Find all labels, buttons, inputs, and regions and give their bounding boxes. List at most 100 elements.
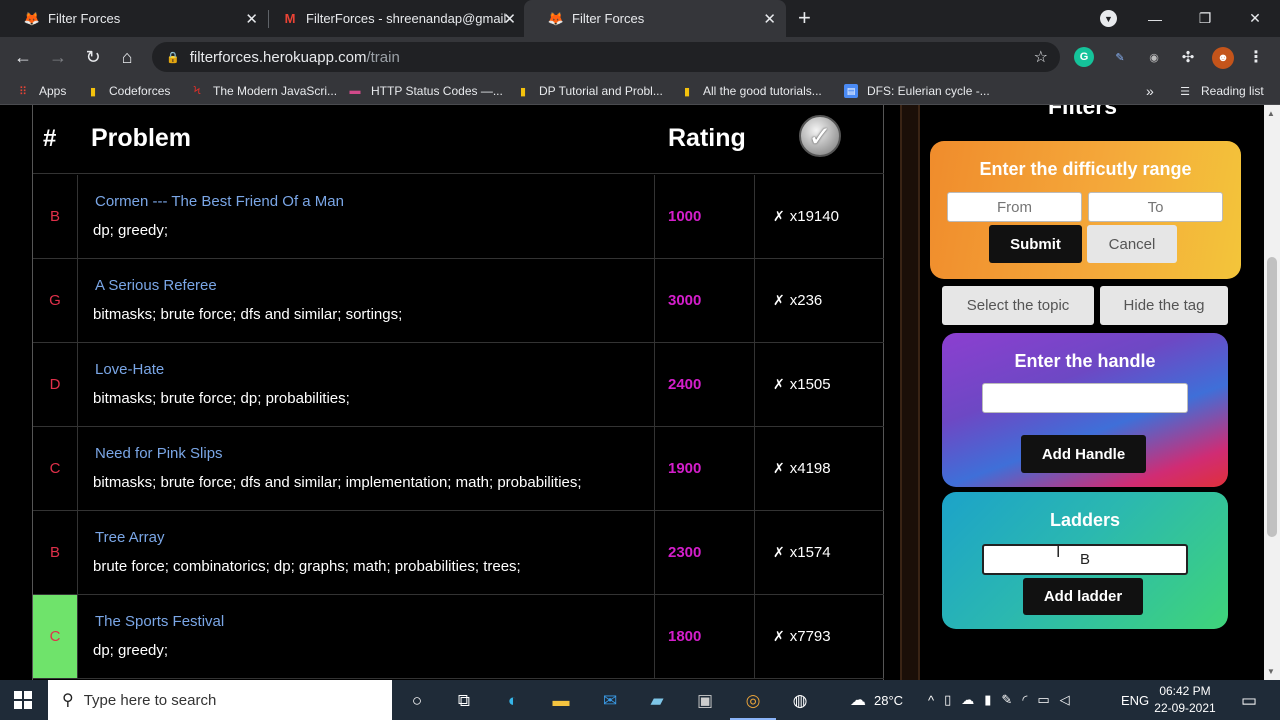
add-handle-button[interactable]: Add Handle: [1021, 435, 1146, 473]
clock-time: 06:42 PM: [1159, 684, 1211, 698]
bookmark-star-icon[interactable]: ☆: [1034, 47, 1048, 67]
bookmark-label: HTTP Status Codes —...: [371, 84, 503, 98]
browser-tab-1[interactable]: 🦊 Filter Forces ✕: [0, 0, 268, 37]
add-ladder-button[interactable]: Add ladder: [1023, 578, 1143, 615]
more-bookmarks-icon[interactable]: »: [1146, 82, 1154, 100]
problem-index: D: [33, 343, 78, 426]
bookmark-codeforces[interactable]: ▮ Codeforces: [86, 82, 170, 100]
weather-widget[interactable]: ☁ 28°C: [850, 680, 903, 720]
close-tab-icon[interactable]: ✕: [503, 10, 516, 28]
obs-icon[interactable]: ◍: [787, 688, 813, 714]
mail-icon[interactable]: ✉: [597, 688, 623, 714]
bookmark-dp-tutorial[interactable]: ▮ DP Tutorial and Probl...: [516, 82, 663, 100]
table-row: G A Serious Referee bitmasks; brute force;…: [33, 259, 884, 343]
hide-tag-button[interactable]: Hide the tag: [1100, 286, 1228, 325]
notifications-icon[interactable]: ▭: [1236, 688, 1262, 714]
clock-date: 22-09-2021: [1154, 701, 1216, 715]
range-from-input[interactable]: [947, 192, 1082, 222]
tab-title: Filter Forces: [48, 11, 121, 26]
reload-icon[interactable]: ↻: [81, 45, 105, 69]
scrollbar-thumb[interactable]: [1267, 257, 1277, 537]
bookmark-http-status[interactable]: ▬ HTTP Status Codes —...: [348, 82, 503, 100]
file-explorer-icon[interactable]: ▬: [548, 688, 574, 714]
close-tab-icon[interactable]: ✕: [245, 10, 258, 28]
extensions-puzzle-icon[interactable]: ✣: [1178, 47, 1198, 67]
problem-cell: Cormen --- The Best Friend Of a Man dp; g…: [78, 175, 655, 258]
bookmark-modern-js[interactable]: Ϟ The Modern JavaScri...: [190, 82, 338, 100]
apps-grid-icon: ⠿: [18, 85, 28, 98]
problem-link[interactable]: Need for Pink Slips: [95, 445, 223, 462]
task-view-icon[interactable]: ⧉: [451, 688, 477, 714]
close-window-icon[interactable]: ✕: [1230, 10, 1280, 27]
reading-list-button[interactable]: ☰ Reading list: [1178, 82, 1264, 100]
minimize-icon[interactable]: —: [1130, 11, 1180, 27]
cortana-icon[interactable]: ○: [404, 688, 430, 714]
problem-link[interactable]: A Serious Referee: [95, 277, 217, 294]
terminal-icon[interactable]: ▣: [692, 688, 718, 714]
new-tab-icon[interactable]: +: [798, 7, 811, 29]
table-row: C Need for Pink Slips bitmasks; brute forc…: [33, 427, 884, 511]
panel-divider: [900, 105, 920, 680]
range-to-input[interactable]: [1088, 192, 1223, 222]
solved-count: x236: [789, 292, 823, 309]
windows-start-icon[interactable]: [14, 691, 32, 709]
taskbar-search[interactable]: ⚲ Type here to search: [48, 680, 392, 720]
problem-index: C: [33, 427, 78, 510]
reading-list-label: Reading list: [1201, 84, 1264, 98]
cancel-button[interactable]: Cancel: [1087, 225, 1177, 263]
problem-link[interactable]: Tree Array: [95, 529, 164, 546]
problem-link[interactable]: Cormen --- The Best Friend Of a Man: [95, 193, 344, 210]
problem-rating: 2400: [655, 343, 755, 426]
bookmark-dfs-eulerian[interactable]: ▤ DFS: Eulerian cycle -...: [844, 82, 990, 100]
profile-avatar[interactable]: ☻: [1212, 47, 1234, 69]
tray-chevron-icon[interactable]: ^: [928, 693, 944, 708]
restore-icon[interactable]: ❐: [1180, 10, 1230, 27]
home-icon[interactable]: ⌂: [115, 45, 139, 69]
bookmark-apps[interactable]: ⠿ Apps: [16, 82, 66, 100]
problem-tags: bitmasks; brute force; dp; probabilities…: [93, 390, 350, 407]
forward-icon[interactable]: →: [46, 45, 70, 69]
chrome-icon[interactable]: ◎: [740, 688, 766, 714]
close-tab-icon[interactable]: ✕: [763, 10, 776, 28]
language-indicator[interactable]: ENG: [1121, 680, 1149, 720]
handle-input[interactable]: [982, 383, 1188, 413]
page-scrollbar[interactable]: ▲ ▼: [1264, 105, 1280, 680]
solved-count: x19140: [789, 208, 839, 225]
cloud-icon: ☁: [850, 692, 866, 709]
solved-count: x1574: [789, 544, 831, 561]
select-topic-button[interactable]: Select the topic: [942, 286, 1094, 325]
scroll-down-icon[interactable]: ▼: [1267, 667, 1275, 676]
browser-tab-2[interactable]: M FilterForces - shreenandap@gmail.c ✕: [258, 0, 526, 37]
back-icon[interactable]: ←: [11, 45, 35, 69]
table-row: C The Sports Festival dp; greedy; 1800 ✗ x779…: [33, 595, 884, 679]
usb-icon: ▮: [984, 692, 1002, 707]
tab-search-icon[interactable]: ▼: [1100, 10, 1117, 27]
browser-menu-icon[interactable]: ⋮: [1246, 47, 1266, 67]
ladder-input[interactable]: [982, 544, 1188, 575]
pen-extension-icon[interactable]: ✎: [1110, 47, 1130, 67]
solved-count: x1505: [789, 376, 831, 393]
edge-icon[interactable]: ◐: [500, 688, 526, 714]
scroll-up-icon[interactable]: ▲: [1267, 109, 1275, 118]
browser-tab-3-active[interactable]: 🦊 Filter Forces ✕: [524, 0, 786, 37]
codeforces-icon: ▮: [89, 85, 97, 98]
address-bar[interactable]: 🔒 filterforces.herokuapp.com/train ☆: [152, 42, 1060, 72]
url-path: /train: [366, 48, 400, 66]
windows-taskbar: ⚲ Type here to search ○ ⧉ ◐ ▬ ✉ ▰ ▣ ◎ ◍ …: [0, 680, 1280, 720]
bookmark-good-tutorials[interactable]: ▮ All the good tutorials...: [680, 82, 822, 100]
system-tray-icons[interactable]: ^ ▯ ☁ ▮ ✎ ◜ ▭ ◁: [928, 680, 1080, 720]
problem-index: C: [33, 595, 78, 678]
problem-link[interactable]: Love-Hate: [95, 361, 164, 378]
fox-favicon-icon: 🦊: [547, 10, 565, 26]
notepad-icon[interactable]: ▰: [644, 688, 670, 714]
problem-link[interactable]: The Sports Festival: [95, 613, 224, 630]
check-mark-icon[interactable]: ✓: [799, 115, 841, 157]
submit-button[interactable]: Submit: [989, 225, 1082, 263]
camera-extension-icon[interactable]: ◉: [1144, 47, 1164, 67]
filters-title: Filters: [1048, 105, 1118, 119]
grammarly-extension-icon[interactable]: G: [1074, 47, 1094, 67]
table-header: # Problem Rating ✓: [33, 105, 884, 174]
bookmarks-bar: ⠿ Apps ▮ Codeforces Ϟ The Modern JavaScr…: [0, 77, 1280, 105]
ladders-card: Ladders I Add ladder: [942, 492, 1228, 629]
clock[interactable]: 06:42 PM 22-09-2021: [1150, 683, 1220, 717]
